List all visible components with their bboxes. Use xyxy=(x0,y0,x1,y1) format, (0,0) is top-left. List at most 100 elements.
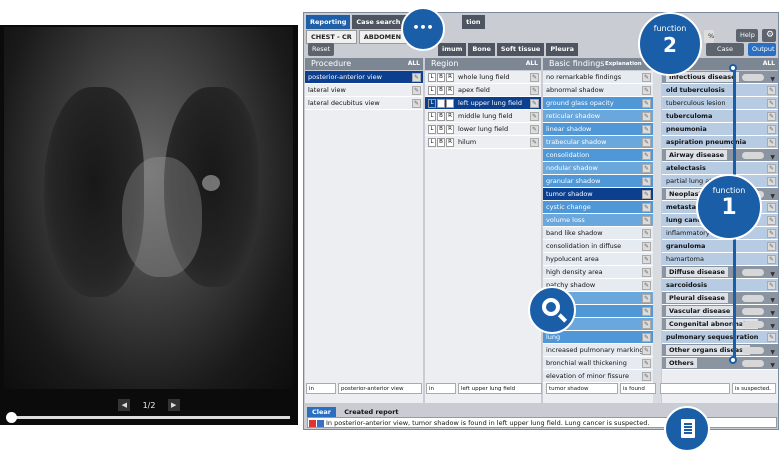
side-toggle-b[interactable]: B xyxy=(437,85,445,95)
diagnosis-value[interactable] xyxy=(660,383,730,394)
edit-icon[interactable]: ✎ xyxy=(642,281,651,290)
finding-item[interactable]: hypolucent area ✎ xyxy=(543,253,653,266)
finding-item[interactable]: abnormal shadow ✎ xyxy=(543,84,653,97)
finding-item[interactable]: no remarkable findings ✎ xyxy=(543,71,653,84)
side-toggle-l[interactable]: L xyxy=(428,137,436,147)
edit-icon[interactable]: ✎ xyxy=(412,73,421,82)
region-item[interactable]: L B Rlower lung field ✎ xyxy=(425,123,541,136)
side-toggle-l[interactable]: L xyxy=(428,111,436,121)
edit-icon[interactable]: ✎ xyxy=(642,203,651,212)
finding-verb[interactable]: is found xyxy=(620,383,656,394)
edit-icon[interactable]: ✎ xyxy=(530,86,539,95)
edit-icon[interactable]: ✎ xyxy=(642,138,651,147)
side-toggle-l[interactable]: L xyxy=(428,124,436,134)
image-slider-knob[interactable] xyxy=(6,412,17,423)
tab-reporting[interactable]: Reporting xyxy=(306,15,351,29)
edit-icon[interactable]: ✎ xyxy=(642,268,651,277)
finding-item[interactable]: trabecular shadow ✎ xyxy=(543,136,653,149)
finding-item[interactable]: elevation of minor fissure ✎ xyxy=(543,370,653,383)
edit-icon[interactable]: ✎ xyxy=(412,86,421,95)
edit-icon[interactable]: ✎ xyxy=(642,125,651,134)
edit-icon[interactable]: ✎ xyxy=(642,333,651,342)
zoom-select[interactable]: % xyxy=(704,30,714,43)
edit-icon[interactable]: ✎ xyxy=(767,164,776,173)
diagnosis-item[interactable]: sarcoidosis ✎ xyxy=(662,279,778,292)
finding-item[interactable]: cystic change ✎ xyxy=(543,201,653,214)
edit-icon[interactable]: ✎ xyxy=(767,333,776,342)
finding-item[interactable]: consolidation in diffuse ✎ xyxy=(543,240,653,253)
toggle-switch[interactable] xyxy=(742,152,764,159)
region-item[interactable]: L B Rhilum ✎ xyxy=(425,136,541,149)
finding-item[interactable]: increased pulmonary markings ✎ xyxy=(543,344,653,357)
side-toggle-r[interactable]: R xyxy=(446,137,454,147)
finding-item[interactable]: granular shadow ✎ xyxy=(543,175,653,188)
edit-icon[interactable]: ✎ xyxy=(767,255,776,264)
edit-icon[interactable]: ✎ xyxy=(767,112,776,121)
side-toggle-b[interactable]: B xyxy=(437,111,445,121)
finding-item[interactable]: reticular shadow ✎ xyxy=(543,110,653,123)
filter-soft-tissue[interactable]: Soft tissue xyxy=(496,43,545,56)
diagnosis-item[interactable]: pulmonary sequestration ✎ xyxy=(662,331,778,344)
report-text[interactable]: In posterior-anterior view, tumor shadow… xyxy=(326,419,649,427)
diagnosis-item[interactable]: tuberculous lesion ✎ xyxy=(662,97,778,110)
diagnosis-all[interactable]: ALL xyxy=(763,58,775,70)
side-toggle-r[interactable]: R xyxy=(446,72,454,82)
toggle-switch[interactable] xyxy=(742,321,764,328)
edit-icon[interactable]: ✎ xyxy=(642,359,651,368)
help-button[interactable]: Help xyxy=(736,29,758,42)
edit-icon[interactable]: ✎ xyxy=(767,125,776,134)
diagnosis-category[interactable]: Pleural disease ▼ xyxy=(662,292,778,305)
diagnosis-verb[interactable]: is suspected. xyxy=(732,383,776,394)
toggle-switch[interactable] xyxy=(742,308,764,315)
filter-maximum[interactable]: imum xyxy=(438,43,467,56)
edit-icon[interactable]: ✎ xyxy=(642,242,651,251)
edit-icon[interactable]: ✎ xyxy=(767,281,776,290)
edit-icon[interactable]: ✎ xyxy=(642,307,651,316)
finding-item[interactable]: consolidation ✎ xyxy=(543,149,653,162)
side-toggle-b[interactable]: B xyxy=(437,137,445,147)
edit-icon[interactable]: ✎ xyxy=(530,125,539,134)
procedure-item[interactable]: lateral decubitus view ✎ xyxy=(305,97,423,110)
region-all[interactable]: ALL xyxy=(526,58,538,70)
edit-icon[interactable]: ✎ xyxy=(412,99,421,108)
edit-icon[interactable]: ✎ xyxy=(530,112,539,121)
region-item[interactable]: L B Rmiddle lung field ✎ xyxy=(425,110,541,123)
finding-item[interactable]: high density area ✎ xyxy=(543,266,653,279)
settings-gear-icon[interactable]: ⚙ xyxy=(762,29,776,42)
side-toggle-r[interactable]: R xyxy=(446,85,454,95)
edit-icon[interactable]: ✎ xyxy=(642,229,651,238)
tab-function[interactable]: tion xyxy=(462,15,485,29)
diagnosis-category[interactable]: Other organs disease ▼ xyxy=(662,344,778,357)
finding-item[interactable]: nodular shadow ✎ xyxy=(543,162,653,175)
edit-icon[interactable]: ✎ xyxy=(530,73,539,82)
side-toggle-b[interactable]: B xyxy=(437,124,445,134)
finding-value[interactable]: tumor shadow xyxy=(546,383,618,394)
side-toggle-l[interactable]: L xyxy=(428,72,436,82)
tab-chest-cr[interactable]: CHEST - CR xyxy=(306,30,357,44)
proc-preposition[interactable]: in xyxy=(306,383,336,394)
side-toggle-r[interactable]: R xyxy=(446,111,454,121)
edit-icon[interactable]: ✎ xyxy=(767,99,776,108)
edit-icon[interactable]: ✎ xyxy=(530,99,539,108)
edit-icon[interactable]: ✎ xyxy=(642,177,651,186)
edit-icon[interactable]: ✎ xyxy=(767,138,776,147)
edit-icon[interactable]: ✎ xyxy=(642,86,651,95)
diagnosis-category[interactable]: Vascular disease ▼ xyxy=(662,305,778,318)
side-toggle-l[interactable]: L xyxy=(428,98,436,108)
edit-icon[interactable]: ✎ xyxy=(767,229,776,238)
finding-item[interactable]: bronchial wall thickening ✎ xyxy=(543,357,653,370)
edit-icon[interactable]: ✎ xyxy=(642,99,651,108)
clear-button[interactable]: Clear xyxy=(307,407,336,417)
edit-icon[interactable]: ✎ xyxy=(642,294,651,303)
toggle-switch[interactable] xyxy=(742,269,764,276)
finding-item[interactable]: ground glass opacity ✎ xyxy=(543,97,653,110)
proc-value[interactable]: posterior-anterior view xyxy=(338,383,422,394)
toggle-switch[interactable] xyxy=(742,360,764,367)
edit-icon[interactable]: ✎ xyxy=(642,112,651,121)
edit-icon[interactable]: ✎ xyxy=(642,216,651,225)
diagnosis-item[interactable]: granuloma ✎ xyxy=(662,240,778,253)
side-toggle-l[interactable]: L xyxy=(428,85,436,95)
diagnosis-category[interactable]: Airway disease ▼ xyxy=(662,149,778,162)
prev-page-button[interactable]: ◀ xyxy=(118,399,131,411)
edit-icon[interactable]: ✎ xyxy=(642,164,651,173)
